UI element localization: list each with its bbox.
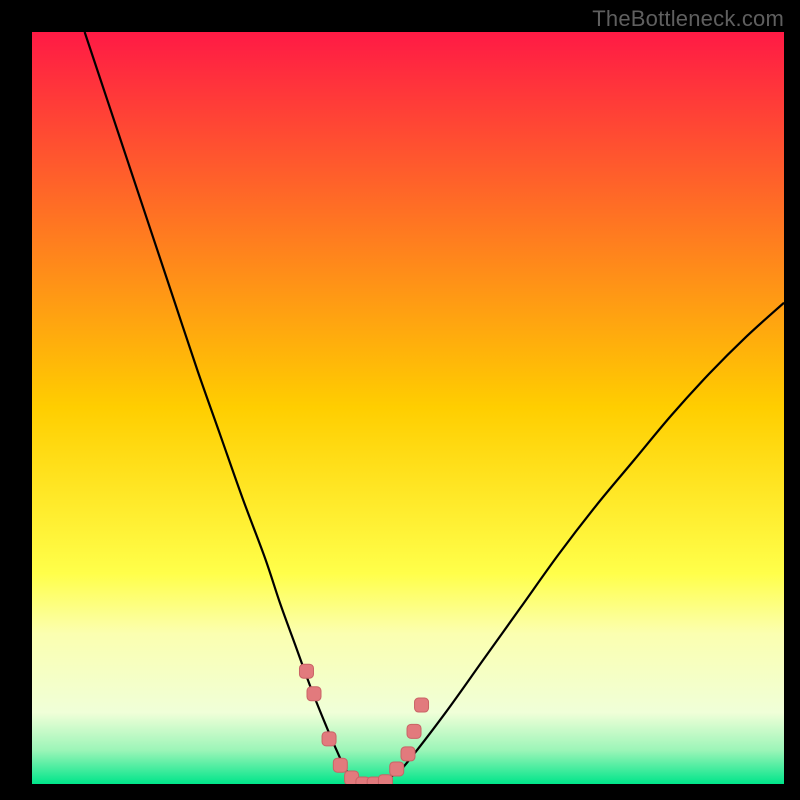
- highlight-marker: [415, 698, 429, 712]
- highlight-marker: [299, 664, 313, 678]
- bottleneck-curve: [85, 32, 784, 784]
- highlight-marker: [401, 747, 415, 761]
- highlight-marker: [307, 687, 321, 701]
- highlight-marker: [407, 724, 421, 738]
- watermark-text: TheBottleneck.com: [592, 6, 784, 32]
- highlight-marker: [378, 775, 392, 784]
- curve-layer: [32, 32, 784, 784]
- highlight-marker: [333, 758, 347, 772]
- highlight-marker: [322, 732, 336, 746]
- highlight-marker: [390, 762, 404, 776]
- chart-frame: TheBottleneck.com: [0, 0, 800, 800]
- highlight-markers: [299, 664, 428, 784]
- plot-area: [32, 32, 784, 784]
